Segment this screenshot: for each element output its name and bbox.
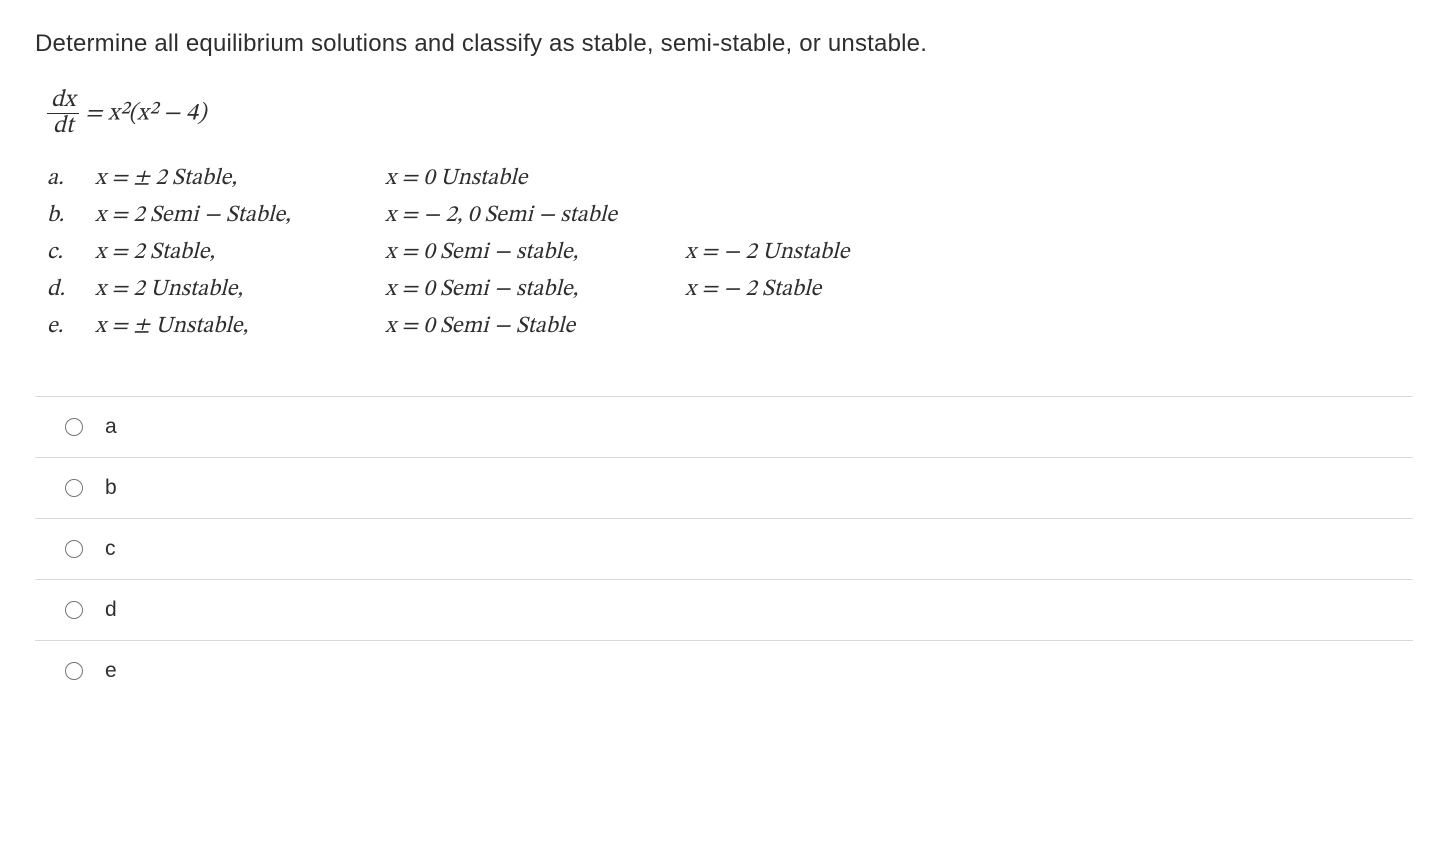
- answer-part1: x = 2 Unstable,: [95, 275, 385, 304]
- equation-rhs: = x²(x² − 4): [79, 101, 206, 125]
- answer-choice-b: b. x = 2 Semi − Stable, x = − 2, 0 Semi …: [47, 201, 1413, 230]
- option-label: b: [105, 476, 117, 500]
- answer-part1: x = ± Unstable,: [95, 312, 385, 341]
- answer-part2: x = 0 Semi − stable,: [385, 238, 685, 267]
- answer-part2: x = 0 Semi − Stable: [385, 312, 685, 341]
- radio-d[interactable]: [65, 601, 83, 619]
- option-row-c[interactable]: c: [35, 518, 1413, 579]
- answer-choice-d: d. x = 2 Unstable, x = 0 Semi − stable, …: [47, 275, 1413, 304]
- answer-choices-block: a. x = ± 2 Stable, x = 0 Unstable b. x =…: [47, 164, 1413, 341]
- answer-choice-e: e. x = ± Unstable, x = 0 Semi − Stable: [47, 312, 1413, 341]
- answer-part2: x = 0 Unstable: [385, 164, 685, 193]
- option-row-a[interactable]: a: [35, 396, 1413, 457]
- answer-part1: x = 2 Stable,: [95, 238, 385, 267]
- option-row-d[interactable]: d: [35, 579, 1413, 640]
- answer-choice-c: c. x = 2 Stable, x = 0 Semi − stable, x …: [47, 238, 1413, 267]
- answer-part3: x = − 2 Unstable: [685, 238, 849, 267]
- answer-label: c.: [47, 238, 95, 267]
- answer-part3: x = − 2 Stable: [685, 275, 821, 304]
- option-row-e[interactable]: e: [35, 640, 1413, 701]
- option-label: d: [105, 598, 117, 622]
- answer-choice-a: a. x = ± 2 Stable, x = 0 Unstable: [47, 164, 1413, 193]
- answer-label: a.: [47, 164, 95, 193]
- fraction-denominator: dt: [47, 114, 79, 139]
- fraction-dx-dt: dx dt: [47, 88, 79, 139]
- option-label: c: [105, 537, 116, 561]
- answer-label: e.: [47, 312, 95, 341]
- option-row-b[interactable]: b: [35, 457, 1413, 518]
- answer-label: d.: [47, 275, 95, 304]
- question-prompt: Determine all equilibrium solutions and …: [35, 30, 1413, 58]
- fraction-numerator: dx: [47, 88, 79, 114]
- option-label: a: [105, 415, 117, 439]
- radio-b[interactable]: [65, 479, 83, 497]
- answer-part1: x = 2 Semi − Stable,: [95, 201, 385, 230]
- radio-a[interactable]: [65, 418, 83, 436]
- option-label: e: [105, 659, 117, 683]
- answer-label: b.: [47, 201, 95, 230]
- radio-c[interactable]: [65, 540, 83, 558]
- differential-equation: dx dt = x²(x² − 4): [47, 88, 1413, 139]
- answer-part1: x = ± 2 Stable,: [95, 164, 385, 193]
- radio-options-list: a b c d e: [35, 396, 1413, 701]
- radio-e[interactable]: [65, 662, 83, 680]
- answer-part2: x = 0 Semi − stable,: [385, 275, 685, 304]
- answer-part2: x = − 2, 0 Semi − stable: [385, 201, 685, 230]
